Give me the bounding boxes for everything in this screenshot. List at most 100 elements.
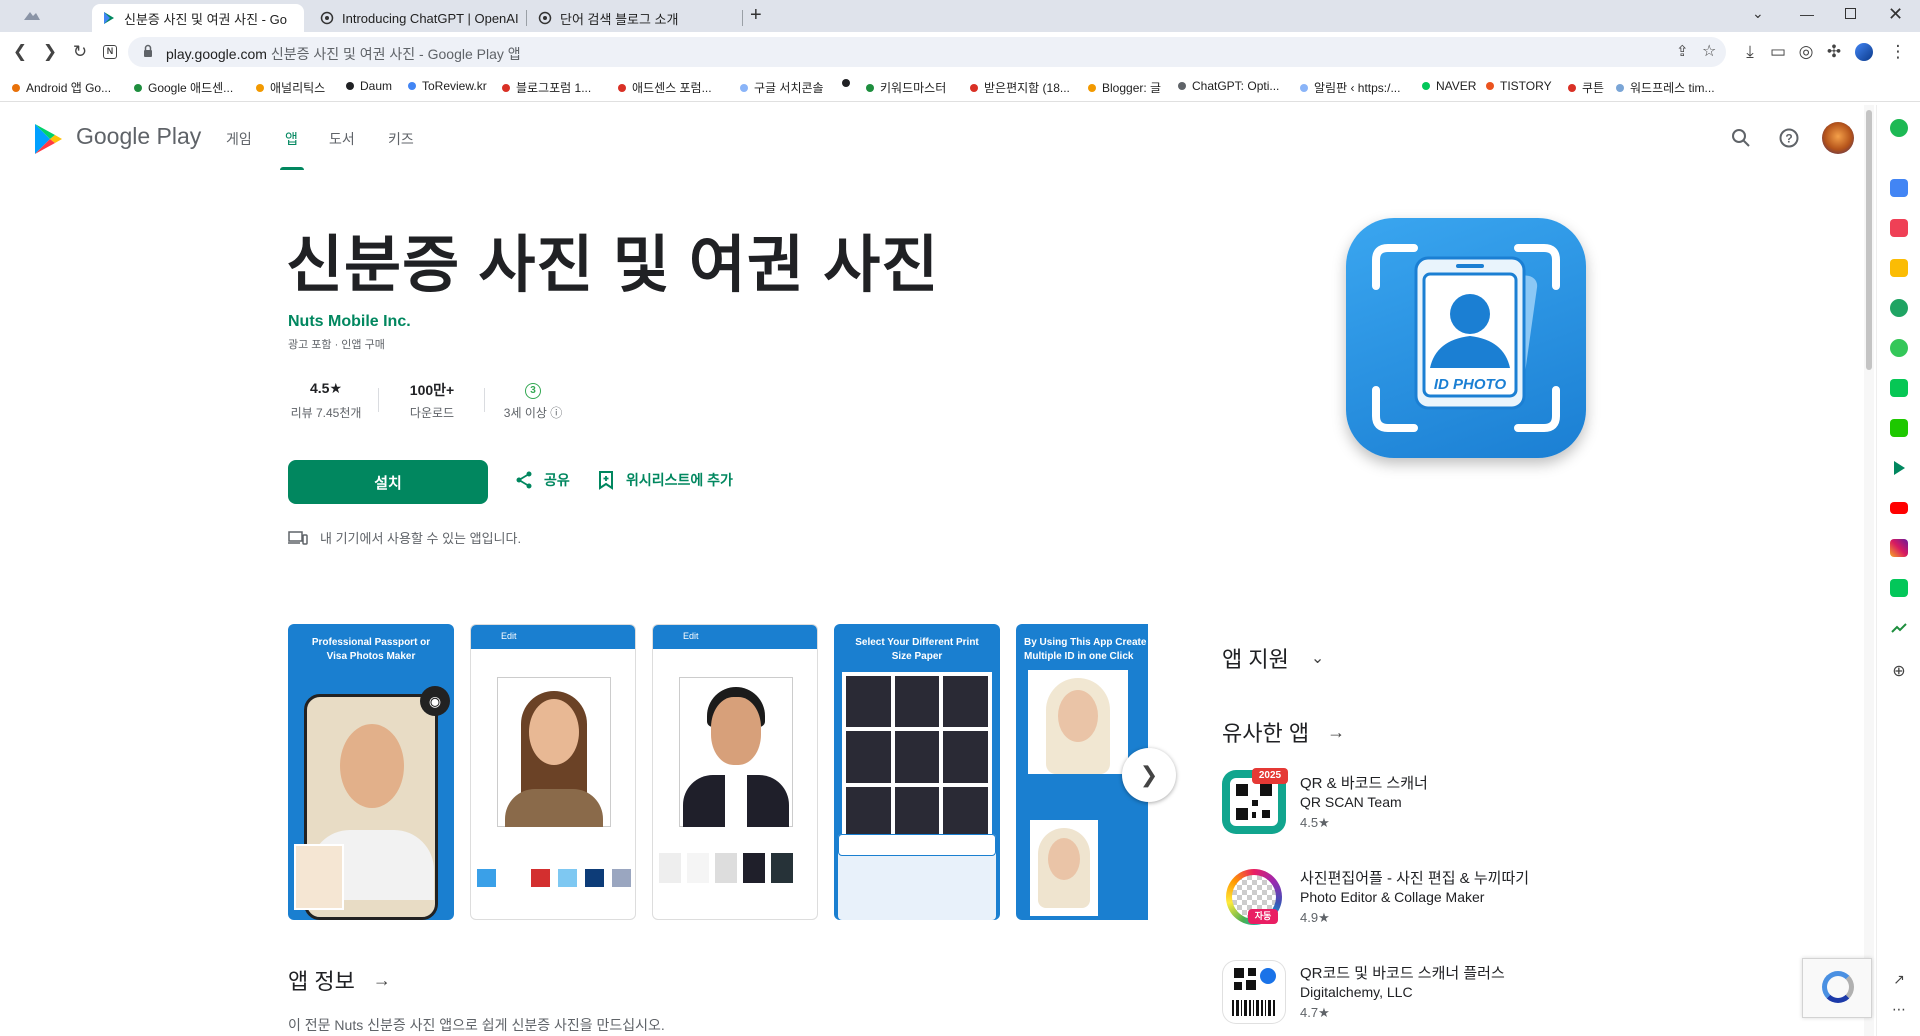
account-avatar[interactable] [1822, 122, 1854, 154]
forward-icon[interactable]: ❯ [38, 40, 62, 64]
address-bar[interactable]: play.google.com 신분증 사진 및 여권 사진 - Google … [128, 37, 1726, 67]
side-copilot-icon[interactable] [1890, 119, 1908, 137]
screenshot-4[interactable]: Select Your Different Print Size Paper [834, 624, 1000, 920]
reload-icon[interactable]: ↻ [68, 40, 92, 64]
search-icon[interactable] [1730, 127, 1752, 149]
bookmark-item[interactable]: 쿠튼 [1568, 79, 1604, 96]
bookmark-item[interactable]: 키워드마스터 [866, 79, 946, 96]
bookmark-item[interactable]: 애드센스 포럼... [618, 79, 712, 96]
install-button[interactable]: 설치 [288, 460, 488, 504]
google-play-favicon [104, 12, 114, 24]
similar-app-qr[interactable]: 2025 QR & 바코드 스캐너 QR SCAN Team 4.5★ [1222, 768, 1622, 842]
bookmark-add-icon [599, 471, 613, 490]
app-support-section[interactable]: 앱 지원 ⌄ [1222, 642, 1324, 674]
bookmark-item[interactable]: Daum [346, 79, 392, 93]
tab-play-store[interactable]: 신분증 사진 및 여권 사진 - Go [92, 4, 304, 32]
bookmark-label: Daum [360, 79, 393, 93]
similar-app-name: 사진편집어플 - 사진 편집 & 누끼따기 [1300, 870, 1530, 887]
extensions-puzzle-icon[interactable]: ✣ [1822, 40, 1846, 64]
portrait-face [1048, 838, 1080, 880]
age-rating-number: 3 [525, 383, 541, 399]
app-icon-text: ID PHOTO [1433, 376, 1507, 393]
tab-chatgpt[interactable]: Introducing ChatGPT | OpenAI [310, 4, 522, 32]
download-icon[interactable]: ⤓ [1738, 40, 1762, 64]
new-tab-button[interactable]: + [750, 4, 762, 27]
similar-apps-section[interactable]: 유사한 앱 → [1222, 716, 1345, 748]
side-youtube-icon[interactable] [1890, 502, 1908, 514]
screenshot-1[interactable]: Professional Passport or Visa Photos Mak… [288, 624, 454, 920]
bookmark-star-icon[interactable]: ☆ [1702, 41, 1716, 61]
bookmark-item[interactable]: Google 애드센... [134, 79, 233, 96]
bookmark-item[interactable]: 알림판 ‹ https:/... [1300, 79, 1400, 96]
portrait-face [529, 699, 579, 765]
bookmark-favicon-icon [1568, 83, 1576, 92]
bookmark-item[interactable]: 블로그포럼 1... [502, 79, 591, 96]
bookmark-item[interactable]: 구글 서치콘솔 [740, 79, 824, 96]
wishlist-button[interactable]: 위시리스트에 추가 [596, 470, 733, 490]
tab-search-chevron-icon[interactable]: ⌄ [1752, 5, 1764, 22]
side-add-icon[interactable]: ⊕ [1890, 663, 1908, 681]
side-line-icon[interactable] [1890, 379, 1908, 397]
site-info-icon[interactable] [140, 43, 156, 59]
developer-link[interactable]: Nuts Mobile Inc. [288, 313, 411, 331]
side-play-circle-icon[interactable] [1890, 339, 1908, 357]
google-play-wordmark[interactable]: Google Play [76, 123, 201, 150]
restore-icon[interactable] [1845, 8, 1856, 19]
screen-cast-icon[interactable]: ▭ [1766, 40, 1790, 64]
rating-count[interactable]: 리뷰 7.45천개 [288, 404, 364, 421]
similar-app-photo-editor[interactable]: 자동 사진편집어플 - 사진 편집 & 누끼따기 Photo Editor & … [1222, 865, 1622, 937]
nav-apps[interactable]: 앱 [285, 129, 298, 149]
bookmark-favicon-icon [618, 83, 626, 92]
side-stocks-icon[interactable] [1890, 619, 1908, 637]
age-rating-label[interactable]: 3세 이상 ⓘ [496, 404, 570, 421]
nav-books[interactable]: 도서 [329, 129, 355, 149]
side-play-store-icon[interactable] [1890, 459, 1908, 477]
google-play-logo-icon[interactable] [30, 121, 66, 157]
extension-capture-icon[interactable]: ◎ [1794, 40, 1818, 64]
share-page-icon[interactable]: ⇪ [1676, 42, 1689, 60]
side-edge-icon[interactable] [1890, 299, 1908, 317]
bookmark-item[interactable]: 받은편지함 (18... [970, 79, 1070, 96]
bookmark-item[interactable]: Blogger: 글 [1088, 79, 1161, 96]
side-chat-icon[interactable] [1890, 419, 1908, 437]
menu-kebab-icon[interactable]: ⋮ [1886, 40, 1910, 64]
bookmark-item[interactable]: 워드프레스 tim... [1616, 79, 1715, 96]
side-instagram-icon[interactable] [1890, 539, 1908, 557]
bookmark-item[interactable]: TISTORY [1486, 79, 1552, 93]
side-pocket-icon[interactable] [1890, 219, 1908, 237]
minimize-icon[interactable]: — [1800, 6, 1814, 22]
tab-word-search[interactable]: 단어 검색 블로그 소개 [528, 4, 740, 32]
scrollbar-thumb[interactable] [1866, 110, 1872, 370]
bookmark-item[interactable]: ChatGPT: Opti... [1178, 79, 1279, 93]
bookmark-item[interactable]: NAVER [1422, 79, 1476, 93]
close-window-icon[interactable]: ✕ [1888, 4, 1903, 25]
screenshot-2[interactable]: Edit [470, 624, 636, 920]
screenshot-caption: Select Your Different Print Size Paper [855, 637, 979, 662]
nav-games[interactable]: 게임 [226, 129, 252, 149]
profile-avatar-icon[interactable] [1852, 40, 1876, 64]
recaptcha-badge[interactable] [1802, 958, 1872, 1018]
share-button[interactable]: 공유 [514, 470, 570, 490]
similar-app-qr-plus[interactable]: QR코드 및 바코드 스캐너 플러스 Digitalchemy, LLC 4.7… [1222, 960, 1622, 1032]
tab-search-icon[interactable] [22, 8, 42, 24]
naver-extension-icon[interactable]: N [98, 40, 122, 64]
app-info-section[interactable]: 앱 정보 → [288, 964, 391, 996]
nav-kids[interactable]: 키즈 [388, 129, 414, 149]
similar-app-developer: QR SCAN Team [1300, 794, 1402, 810]
help-icon[interactable]: ? [1778, 127, 1800, 149]
side-more-icon[interactable]: ⋯ [1890, 1001, 1908, 1019]
side-open-external-icon[interactable]: ↗ [1890, 971, 1908, 989]
portrait-face [1058, 690, 1098, 742]
bookmark-label: 구글 서치콘솔 [754, 81, 824, 95]
screenshot-3[interactable]: Edit [652, 624, 818, 920]
bookmark-item[interactable] [842, 79, 856, 87]
side-star-icon[interactable] [1890, 259, 1908, 277]
screenshots-next-button[interactable]: ❯ [1122, 748, 1176, 802]
bookmark-favicon-icon [842, 79, 850, 87]
back-icon[interactable]: ❮ [8, 40, 32, 64]
side-shopping-icon[interactable] [1890, 579, 1908, 597]
bookmark-item[interactable]: Android 앱 Go... [12, 79, 111, 96]
bookmark-item[interactable]: ToReview.kr [408, 79, 487, 93]
bookmark-item[interactable]: 애널리틱스 [256, 79, 325, 96]
side-briefcase-icon[interactable] [1890, 179, 1908, 197]
